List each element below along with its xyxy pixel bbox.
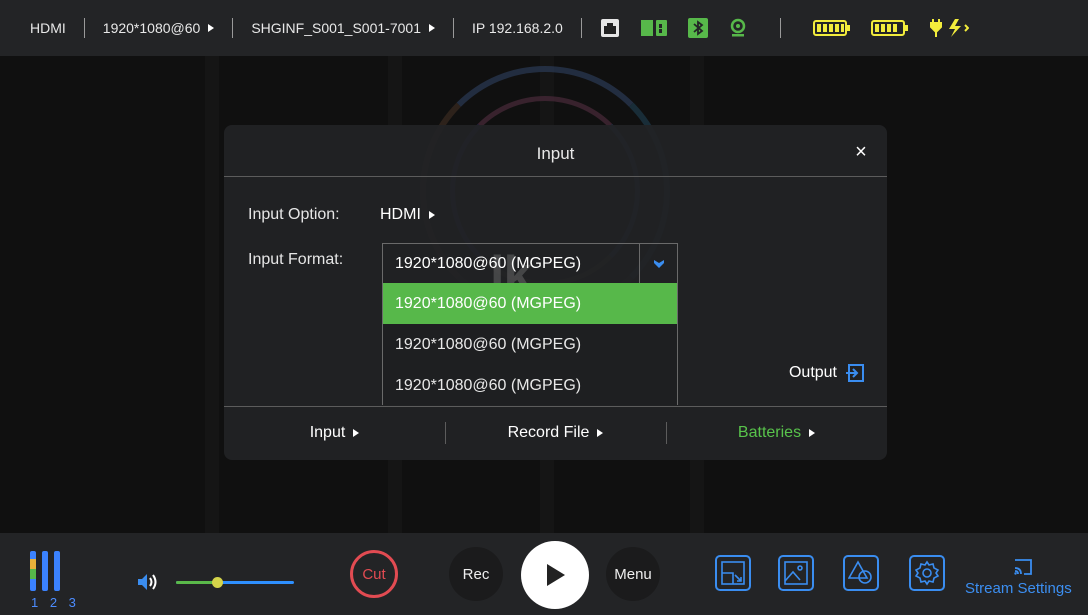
volume-slider[interactable] xyxy=(176,577,294,588)
stream-settings-button[interactable]: Stream Settings xyxy=(965,558,1088,597)
divider xyxy=(779,18,781,38)
input-format-dropdown[interactable]: 1920*1080@60 (MGPEG) 1920*1080@60 (MGPEG… xyxy=(382,243,678,405)
filename-selector[interactable]: SHGINF_S001_S001-7001 xyxy=(251,20,435,36)
input-option-selector[interactable]: HDMI xyxy=(380,206,435,224)
background-stripe xyxy=(205,56,219,533)
divider xyxy=(452,18,454,38)
chevron-right-icon xyxy=(208,24,215,32)
battery-icon xyxy=(870,19,909,37)
chevron-right-icon xyxy=(353,429,360,437)
output-icon xyxy=(846,364,864,382)
video-preview: Input × Input Option: HDMI Input Format:… xyxy=(0,56,1088,533)
play-button[interactable] xyxy=(521,541,589,609)
dialog-title: Input xyxy=(536,144,575,163)
tab-label: Batteries xyxy=(737,424,802,441)
volume-fill xyxy=(176,581,218,584)
webcam-icon[interactable] xyxy=(728,18,748,38)
ip-address: IP 192.168.2.0 xyxy=(471,20,563,36)
power-plug-icon xyxy=(929,17,969,39)
format-option[interactable]: 1920*1080@60 (MGPEG) xyxy=(383,324,677,365)
input-format-label: Input Format: xyxy=(248,251,344,268)
shapes-icon xyxy=(848,560,872,584)
image-icon xyxy=(784,561,808,585)
top-status-bar: HDMI 1920*1080@60 SHGINF_S001_S001-7001 … xyxy=(0,0,1088,56)
dialog-tabs: Input Record File Batteries xyxy=(224,406,887,460)
shapes-button[interactable] xyxy=(843,555,879,591)
tab-label: Record File xyxy=(507,424,590,441)
pip-button[interactable] xyxy=(715,555,751,591)
resolution-label: 1920*1080@60 xyxy=(102,20,201,36)
speaker-icon[interactable] xyxy=(136,571,158,598)
bluetooth-icon[interactable] xyxy=(687,18,708,38)
battery-icon xyxy=(812,19,851,37)
divider xyxy=(224,176,887,177)
rec-button[interactable]: Rec xyxy=(449,547,503,601)
input-option-label: Input Option: xyxy=(248,206,340,223)
gear-icon xyxy=(914,560,940,586)
sd-card-icon[interactable] xyxy=(640,18,668,38)
format-option[interactable]: 1920*1080@60 (MGPEG) xyxy=(383,283,677,324)
menu-button[interactable]: Menu xyxy=(606,547,660,601)
audio-meters[interactable] xyxy=(30,551,60,591)
tab-input[interactable]: Input xyxy=(224,406,445,460)
chevron-right-icon xyxy=(597,429,604,437)
dropdown-toggle[interactable] xyxy=(639,244,677,283)
format-option[interactable]: 1920*1080@60 (MGPEG) xyxy=(383,365,677,405)
picture-in-picture-icon xyxy=(721,561,745,585)
tab-batteries[interactable]: Batteries xyxy=(666,406,887,460)
chevron-down-icon xyxy=(653,259,664,268)
divider xyxy=(232,18,234,38)
audio-meter xyxy=(54,551,60,591)
bottom-control-bar: 1 2 3 Cut Rec Menu Stream Settings xyxy=(0,533,1088,615)
image-button[interactable] xyxy=(778,555,814,591)
resolution-selector[interactable]: 1920*1080@60 xyxy=(103,20,215,36)
source-indicator[interactable]: HDMI xyxy=(30,20,66,36)
output-label: Output xyxy=(788,364,837,381)
input-option-value: HDMI xyxy=(380,206,421,223)
divider xyxy=(580,18,582,38)
input-format-value: 1920*1080@60 (MGPEG) xyxy=(395,255,582,272)
play-icon xyxy=(547,564,565,586)
filename-label: SHGINF_S001_S001-7001 xyxy=(251,20,421,36)
chevron-right-icon xyxy=(428,24,435,32)
volume-knob[interactable] xyxy=(212,577,224,588)
audio-meter xyxy=(30,551,36,591)
stream-settings-label: Stream Settings xyxy=(965,580,1072,597)
tab-label: Input xyxy=(309,424,346,441)
settings-button[interactable] xyxy=(909,555,945,591)
divider xyxy=(83,18,85,38)
close-icon[interactable]: × xyxy=(851,141,871,164)
cut-button[interactable]: Cut xyxy=(350,550,398,598)
output-button[interactable]: Output xyxy=(789,363,865,383)
tab-record-file[interactable]: Record File xyxy=(445,406,666,460)
chevron-right-icon xyxy=(809,429,816,437)
chevron-right-icon xyxy=(428,211,435,219)
cast-icon xyxy=(965,558,1088,580)
audio-channel-labels: 1 2 3 xyxy=(31,595,80,610)
ethernet-icon[interactable] xyxy=(600,18,620,38)
input-dialog: Input × Input Option: HDMI Input Format:… xyxy=(224,125,887,460)
audio-meter xyxy=(42,551,48,591)
